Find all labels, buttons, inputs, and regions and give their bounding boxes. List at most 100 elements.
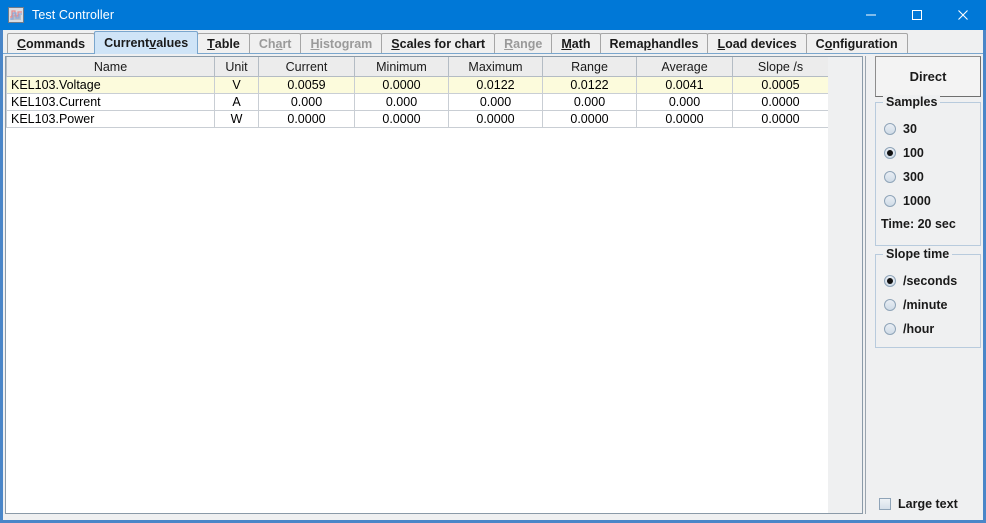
maximize-button[interactable]: [894, 0, 940, 30]
tab-bar: Commands Current v alues Table Ch a rt Histogra…: [3, 30, 983, 54]
tab-commands[interactable]: Commands: [7, 33, 96, 54]
table-row[interactable]: KEL103.Current A 0.000 0.000 0.000 0.000 0.000…: [6, 93, 828, 111]
tab-scales-for-chart[interactable]: Scales for chart: [381, 33, 496, 54]
radio-icon[interactable]: [884, 195, 896, 207]
column-header-range[interactable]: Range: [542, 57, 637, 77]
window-body: Commands Current v alues Table Ch a rt Histogra…: [0, 30, 986, 523]
tab-histogram: Histogram: [300, 33, 383, 54]
cell-current[interactable]: 0.000: [258, 93, 355, 111]
current-values-table: Name Unit Current Minimum Maximum Range Averag…: [6, 57, 828, 128]
tab-mnemonic: T: [207, 37, 215, 51]
content-pane: Name Unit Current Minimum Maximum Range Averag…: [3, 53, 983, 518]
column-header-average[interactable]: Average: [636, 57, 733, 77]
cell-name[interactable]: KEL103.Power: [6, 110, 215, 128]
cell-name[interactable]: KEL103.Voltage: [6, 76, 215, 94]
application-window: Test Controller Commands Current v alues Ta…: [0, 0, 986, 523]
radio-icon[interactable]: [884, 323, 896, 335]
samples-option-300[interactable]: 300: [884, 168, 924, 186]
tab-current-values[interactable]: Current v alues: [94, 31, 199, 54]
table-header-row: Name Unit Current Minimum Maximum Range Averag…: [6, 57, 828, 77]
current-values-pane: Name Unit Current Minimum Maximum Range Averag…: [5, 56, 863, 514]
samples-option-30[interactable]: 30: [884, 120, 917, 138]
table-body: KEL103.Voltage V 0.0059 0.0000 0.0122 0.0122 0…: [6, 76, 828, 128]
radio-icon[interactable]: [884, 171, 896, 183]
large-text-label: Large text: [898, 497, 958, 511]
tab-mnemonic: L: [717, 37, 726, 51]
tab-mnemonic: S: [391, 37, 400, 51]
tab-mnemonic: R: [504, 37, 514, 51]
column-header-current[interactable]: Current: [258, 57, 355, 77]
cell-maximum[interactable]: 0.0122: [448, 76, 543, 94]
tab-range: Range: [494, 33, 553, 54]
column-header-minimum[interactable]: Minimum: [354, 57, 449, 77]
tab-mnemonic: a: [275, 37, 283, 51]
cell-name[interactable]: KEL103.Current: [6, 93, 215, 111]
tab-mnemonic: v: [149, 36, 157, 50]
cell-average[interactable]: 0.000: [636, 93, 733, 111]
slope-time-group: Slope time /seconds/minute/hour: [875, 247, 981, 348]
slope-time-group-title: Slope time: [883, 247, 953, 261]
cell-range[interactable]: 0.000: [542, 93, 637, 111]
cell-maximum[interactable]: 0.0000: [448, 110, 543, 128]
current-values-table-wrapper[interactable]: Name Unit Current Minimum Maximum Range Averag…: [6, 57, 828, 513]
radio-label: /minute: [903, 298, 948, 312]
cell-minimum[interactable]: 0.0000: [354, 76, 449, 94]
tab-mnemonic: H: [310, 37, 320, 51]
radio-icon[interactable]: [884, 275, 896, 287]
close-button[interactable]: [940, 0, 986, 30]
slope-option-hour[interactable]: /hour: [884, 320, 934, 338]
pane-divider[interactable]: [865, 56, 866, 514]
table-row[interactable]: KEL103.Power W 0.0000 0.0000 0.0000 0.0000 0.0…: [6, 110, 828, 128]
cell-slope-s[interactable]: 0.0005: [732, 76, 828, 94]
samples-group: Samples 30 100 300 1000 Time: 20 sec: [875, 95, 981, 246]
radio-icon[interactable]: [884, 123, 896, 135]
radio-icon[interactable]: [884, 147, 896, 159]
tab-mnemonic: p: [643, 37, 652, 51]
tab-math[interactable]: Math: [551, 33, 601, 54]
window-title: Test Controller: [32, 8, 115, 22]
cell-average[interactable]: 0.0000: [636, 110, 733, 128]
column-header-unit[interactable]: Unit: [214, 57, 259, 77]
radio-label: 1000: [903, 194, 931, 208]
radio-label: /seconds: [903, 274, 958, 288]
cell-slope-s[interactable]: 0.0000: [732, 93, 828, 111]
minimize-button[interactable]: [848, 0, 894, 30]
column-header-name[interactable]: Name: [6, 57, 215, 77]
cell-unit[interactable]: V: [214, 76, 259, 94]
tab-mnemonic: o: [824, 37, 833, 51]
slope-option-minute[interactable]: /minute: [884, 296, 947, 314]
samples-option-1000[interactable]: 1000: [884, 192, 931, 210]
chart-waveform-icon: [8, 7, 24, 23]
cell-slope-s[interactable]: 0.0000: [732, 110, 828, 128]
cell-minimum[interactable]: 0.000: [354, 93, 449, 111]
large-text-checkbox-row[interactable]: Large text: [879, 497, 958, 511]
title-bar: Test Controller: [0, 0, 986, 30]
cell-maximum[interactable]: 0.000: [448, 93, 543, 111]
tab-load-devices[interactable]: Load devices: [707, 33, 807, 54]
cell-current[interactable]: 0.0000: [258, 110, 355, 128]
tab-remap-handles[interactable]: Rema p handles: [599, 33, 709, 54]
tab-mnemonic: C: [17, 37, 27, 51]
cell-range[interactable]: 0.0000: [542, 110, 637, 128]
cell-average[interactable]: 0.0041: [636, 76, 733, 94]
cell-unit[interactable]: W: [214, 110, 259, 128]
cell-current[interactable]: 0.0059: [258, 76, 355, 94]
direct-button[interactable]: Direct: [875, 56, 981, 97]
large-text-checkbox[interactable]: [879, 498, 891, 510]
cell-range[interactable]: 0.0122: [542, 76, 637, 94]
radio-icon[interactable]: [884, 299, 896, 311]
tab-configuration[interactable]: Co nfiguration: [805, 33, 908, 54]
slope-option-seconds[interactable]: /seconds: [884, 272, 957, 290]
cell-minimum[interactable]: 0.0000: [354, 110, 449, 128]
samples-time-note: Time: 20 sec: [881, 217, 956, 231]
column-header-slope-s[interactable]: Slope /s: [732, 57, 828, 77]
tab-mnemonic: M: [561, 37, 572, 51]
radio-label: /hour: [903, 322, 935, 336]
cell-unit[interactable]: A: [214, 93, 259, 111]
tab-chart: Ch a rt: [248, 33, 302, 54]
column-header-maximum[interactable]: Maximum: [448, 57, 543, 77]
radio-label: 300: [903, 170, 924, 184]
tab-table[interactable]: Table: [197, 33, 250, 54]
table-row[interactable]: KEL103.Voltage V 0.0059 0.0000 0.0122 0.0122 0…: [6, 76, 828, 94]
samples-option-100[interactable]: 100: [884, 144, 924, 162]
